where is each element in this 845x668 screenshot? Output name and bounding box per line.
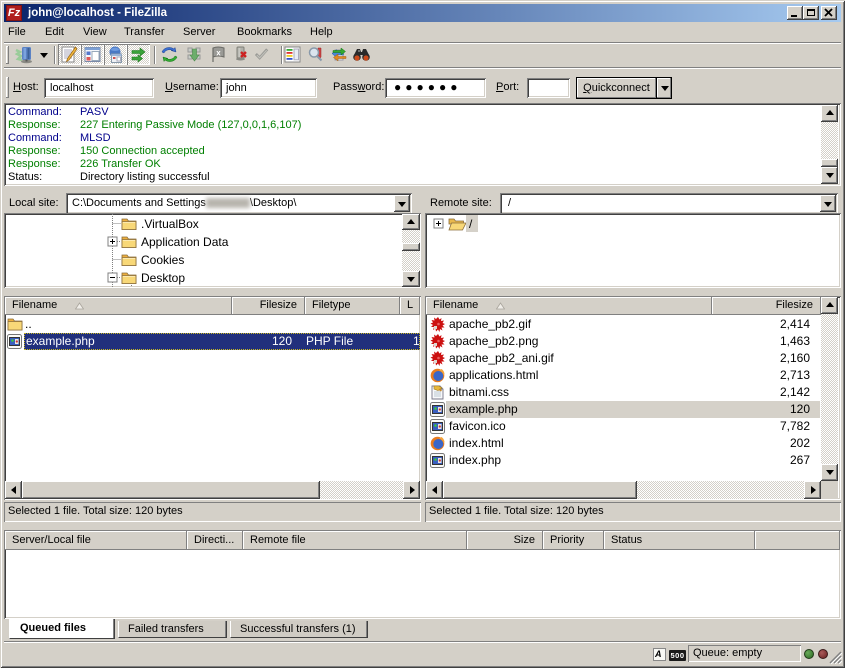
svg-text:x: x — [216, 49, 221, 58]
